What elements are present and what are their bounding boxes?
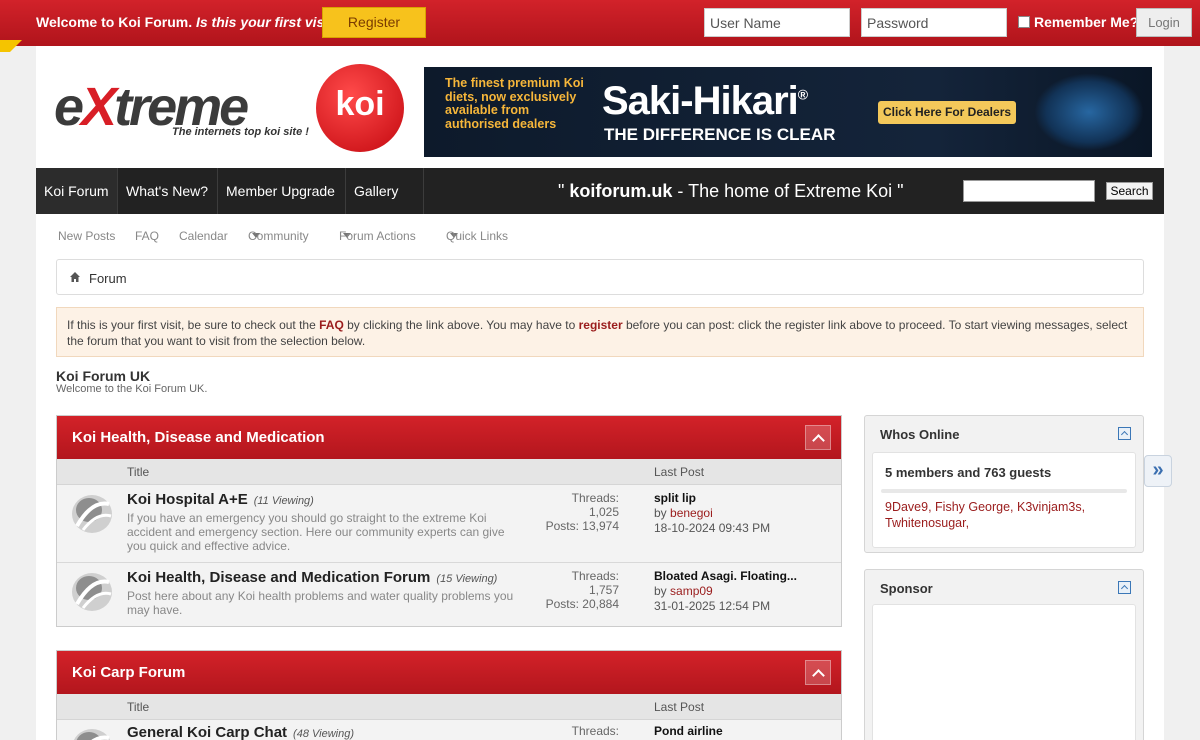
subnav-calendar[interactable]: Calendar bbox=[179, 229, 228, 243]
tab-koi-forum[interactable]: Koi Forum bbox=[36, 168, 118, 214]
page-subtitle: Welcome to the Koi Forum UK. bbox=[56, 383, 208, 395]
last-post-title[interactable]: split lip bbox=[654, 491, 770, 506]
sponsor-title[interactable]: Sponsor bbox=[880, 581, 933, 596]
column-header: Title Last Post bbox=[57, 459, 841, 485]
page-container: eXtreme koi The internets top koi site !… bbox=[36, 46, 1164, 740]
welcome-label: Welcome to Koi Forum. bbox=[36, 14, 193, 30]
banner-lead-text: The finest premium Koi diets, now exclus… bbox=[445, 76, 584, 131]
site-tagline: " koiforum.uk - The home of Extreme Koi … bbox=[558, 181, 904, 201]
subnav-forum-actions[interactable]: Forum Actions bbox=[339, 229, 416, 243]
divider bbox=[881, 489, 1127, 493]
forum-status-icon bbox=[72, 495, 112, 533]
breadcrumb: Forum bbox=[56, 259, 1144, 295]
banner-subtitle: THE DIFFERENCE IS CLEAR bbox=[604, 125, 836, 144]
subnav-quick-links[interactable]: Quick Links bbox=[446, 229, 508, 243]
first-visit-label: Is this your first visit? bbox=[195, 14, 342, 30]
forum-title-link[interactable]: Koi Hospital A+E (11 Viewing) bbox=[127, 491, 314, 508]
welcome-text: Welcome to Koi Forum. Is this your first… bbox=[36, 14, 341, 30]
category-koi-carp: Koi Carp Forum Title Last Post General K… bbox=[56, 650, 842, 740]
column-last-post: Last Post bbox=[654, 465, 705, 479]
whos-online-block: Whos Online 5 members and 763 guests 9Da… bbox=[864, 415, 1144, 553]
forum-description: If you have an emergency you should go s… bbox=[127, 511, 505, 553]
username-input[interactable]: User Name bbox=[704, 8, 850, 37]
collapse-icon[interactable] bbox=[1118, 427, 1131, 440]
category-header: Koi Health, Disease and Medication bbox=[57, 416, 841, 459]
faq-link[interactable]: FAQ bbox=[319, 318, 344, 332]
column-last-post: Last Post bbox=[654, 700, 705, 714]
logo-tagline: The internets top koi site ! bbox=[172, 126, 309, 138]
search-button[interactable]: Search bbox=[1106, 182, 1153, 200]
collapse-icon[interactable] bbox=[1118, 581, 1131, 594]
last-post-user[interactable]: samp09 bbox=[670, 584, 713, 598]
corner-ribbon bbox=[0, 40, 22, 52]
forum-title-link[interactable]: Koi Health, Disease and Medication Forum… bbox=[127, 569, 497, 586]
category-title[interactable]: Koi Health, Disease and Medication bbox=[72, 429, 325, 446]
sponsor-header: Sponsor bbox=[865, 570, 1143, 604]
last-post-title[interactable]: Bloated Asagi. Floating... bbox=[654, 569, 797, 584]
last-post: Pond airline bbox=[654, 724, 723, 739]
home-icon[interactable] bbox=[69, 271, 81, 283]
category-title[interactable]: Koi Carp Forum bbox=[72, 664, 185, 681]
breadcrumb-forum[interactable]: Forum bbox=[89, 271, 127, 286]
last-post-title[interactable]: Pond airline bbox=[654, 724, 723, 739]
main-nav: Koi Forum What's New? Member Upgrade Gal… bbox=[36, 168, 1164, 214]
forum-row: Koi Hospital A+E (11 Viewing) If you have… bbox=[57, 485, 841, 563]
password-input[interactable]: Password bbox=[861, 8, 1007, 37]
remember-me[interactable]: Remember Me? bbox=[1018, 14, 1138, 30]
last-post-user[interactable]: benegoi bbox=[670, 506, 713, 520]
banner-brand: Saki-Hikari® bbox=[602, 79, 808, 123]
register-button[interactable]: Register bbox=[322, 7, 426, 38]
online-user-list[interactable]: 9Dave9, Fishy George, K3vinjam3s, Twhite… bbox=[885, 499, 1125, 531]
forum-status-icon bbox=[72, 573, 112, 611]
forum-title-link[interactable]: General Koi Carp Chat (48 Viewing) bbox=[127, 724, 354, 740]
online-count: 5 members and 763 guests bbox=[885, 465, 1052, 480]
column-title: Title bbox=[127, 700, 150, 714]
subnav-new-posts[interactable]: New Posts bbox=[58, 229, 115, 243]
login-button[interactable]: Login bbox=[1136, 8, 1192, 37]
whos-online-title[interactable]: Whos Online bbox=[880, 427, 959, 442]
collapse-button[interactable] bbox=[805, 425, 831, 450]
forum-status-icon bbox=[73, 729, 111, 740]
tab-whats-new[interactable]: What's New? bbox=[118, 168, 218, 214]
forum-stats: Threads: 1,025 Posts: 13,974 bbox=[545, 491, 619, 533]
column-title: Title bbox=[127, 465, 150, 479]
subnav-community[interactable]: Community bbox=[248, 229, 309, 243]
forum-description: Post here about any Koi health problems … bbox=[127, 589, 514, 617]
search-input[interactable] bbox=[963, 180, 1095, 202]
register-link[interactable]: register bbox=[579, 318, 623, 332]
collapse-button[interactable] bbox=[805, 660, 831, 685]
site-logo[interactable]: eXtreme koi The internets top koi site ! bbox=[54, 64, 404, 154]
whos-online-header: Whos Online bbox=[865, 416, 1143, 452]
page-title: Koi Forum UK bbox=[56, 368, 151, 384]
fish-graphic bbox=[1034, 73, 1144, 151]
last-post: Bloated Asagi. Floating... by samp09 31-… bbox=[654, 569, 797, 613]
forum-stats: Threads: bbox=[571, 724, 619, 738]
forum-stats: Threads: 1,757 Posts: 20,884 bbox=[545, 569, 619, 611]
subnav-faq[interactable]: FAQ bbox=[135, 229, 159, 243]
sponsor-content bbox=[872, 604, 1136, 740]
top-login-bar: Welcome to Koi Forum. Is this your first… bbox=[0, 0, 1200, 46]
remember-me-label: Remember Me? bbox=[1034, 14, 1139, 30]
forum-row: Koi Health, Disease and Medication Forum… bbox=[57, 563, 841, 626]
tab-member-upgrade[interactable]: Member Upgrade bbox=[218, 168, 346, 214]
sponsor-block: Sponsor bbox=[864, 569, 1144, 740]
forum-row: General Koi Carp Chat (48 Viewing) Thread… bbox=[57, 720, 841, 740]
expand-sidebar-icon[interactable]: » bbox=[1144, 455, 1172, 487]
banner-dealers-button[interactable]: Click Here For Dealers bbox=[878, 101, 1016, 124]
whos-online-content: 5 members and 763 guests 9Dave9, Fishy G… bbox=[872, 452, 1136, 548]
first-visit-notice: If this is your first visit, be sure to … bbox=[56, 307, 1144, 357]
remember-me-checkbox[interactable] bbox=[1018, 16, 1030, 28]
last-post: split lip by benegoi 18-10-2024 09:43 PM bbox=[654, 491, 771, 535]
last-post-date: 18-10-2024 09:43 PM bbox=[654, 521, 771, 535]
last-post-date: 31-01-2025 12:54 PM bbox=[654, 599, 771, 613]
sponsor-banner[interactable]: The finest premium Koi diets, now exclus… bbox=[424, 67, 1152, 157]
tab-gallery[interactable]: Gallery bbox=[346, 168, 424, 214]
category-header: Koi Carp Forum bbox=[57, 651, 841, 694]
logo-koi-circle: koi bbox=[316, 64, 404, 152]
column-header: Title Last Post bbox=[57, 694, 841, 720]
category-koi-health: Koi Health, Disease and Medication Title… bbox=[56, 415, 842, 627]
